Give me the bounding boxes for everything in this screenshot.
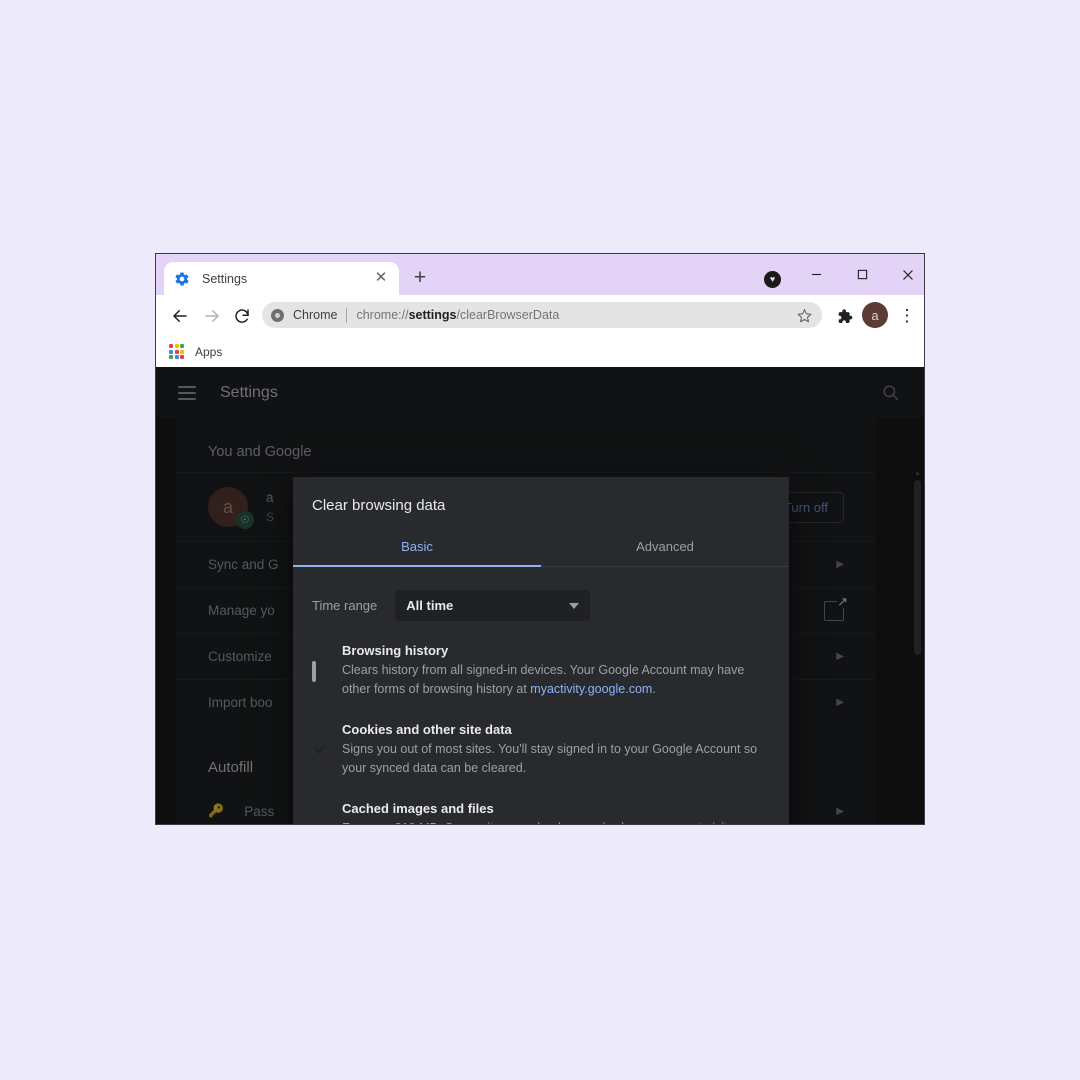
omnibox-chip-label: Chrome [293,308,338,322]
tab-strip-profile-icon[interactable]: ♥ [764,271,781,288]
option-text: Cookies and other site data Signs you ou… [342,722,770,779]
address-bar[interactable]: Chrome chrome://settings/clearBrowserDat… [262,302,822,328]
bookmarks-bar: Apps [156,336,924,367]
dialog-title: Clear browsing data [312,497,446,514]
browser-window: Settings ✕ + ♥ Chrome chrome://settings/… [155,253,925,825]
tab-advanced[interactable]: Advanced [541,530,789,566]
back-button[interactable] [167,303,193,329]
forward-button[interactable] [199,303,225,329]
option-browsing-history: Browsing history Clears history from all… [312,643,770,700]
window-maximize-button[interactable] [839,254,885,295]
active-tab-underline [293,565,541,567]
option-desc-after: . [652,682,656,697]
url-prefix: chrome:// [356,308,409,322]
option-title: Browsing history [342,643,449,658]
dialog-content: Time range All time Browsing history Cle… [293,567,789,824]
browser-menu-icon[interactable]: ⋮ [894,303,920,329]
bookmark-star-icon[interactable] [797,308,813,323]
clear-browsing-data-dialog: Clear browsing data Basic Advanced Time … [293,477,789,824]
option-description: Clears history from all signed-in device… [342,661,770,700]
gear-icon [174,271,190,287]
browser-tab-title: Settings [202,271,248,286]
checkbox-browsing-history[interactable] [312,661,316,682]
url-strong: settings [408,308,457,322]
chevron-down-icon [569,602,580,609]
close-icon[interactable]: ✕ [373,270,389,287]
site-info-icon[interactable] [271,308,284,322]
browser-toolbar: Chrome chrome://settings/clearBrowserDat… [156,295,924,336]
new-tab-button[interactable]: + [408,267,432,291]
heart-icon: ♥ [769,274,776,284]
reload-button[interactable] [229,303,255,329]
option-text: Cached images and files Frees up 319 MB.… [342,801,770,825]
time-range-select[interactable]: All time [395,590,591,621]
url-suffix: /clearBrowserData [456,308,560,322]
tab-strip: Settings ✕ + ♥ [156,254,924,295]
myactivity-link[interactable]: myactivity.google.com [530,682,652,696]
option-text: Browsing history Clears history from all… [342,643,770,700]
option-description: Signs you out of most sites. You'll stay… [342,741,758,776]
option-title: Cached images and files [342,800,494,816]
tab-basic[interactable]: Basic [293,530,541,566]
apps-grid-icon[interactable] [169,344,184,359]
settings-page: Settings You and Google a ☉ a S Turn off… [156,367,924,824]
option-description: Frees up 319 MB. Some sites may load mor… [342,819,770,825]
browser-tab-settings[interactable]: Settings ✕ [164,262,399,295]
time-range-label: Time range [312,598,378,613]
dialog-tabs: Basic Advanced [293,530,789,567]
checkbox-wrap [312,643,330,700]
option-title: Cookies and other site data [342,721,512,737]
time-range-row: Time range All time [312,590,770,621]
window-close-button[interactable] [885,254,924,295]
option-cached-images: Cached images and files Frees up 319 MB.… [312,801,770,825]
address-bar-url: chrome://settings/clearBrowserData [356,308,791,322]
window-minimize-button[interactable] [793,254,839,295]
checkbox-wrap [312,722,330,779]
apps-bookmark-label[interactable]: Apps [195,345,222,359]
extensions-icon[interactable] [831,303,857,329]
omnibox-divider [346,307,348,323]
option-cookies: Cookies and other site data Signs you ou… [312,722,770,779]
checkbox-wrap [312,801,330,825]
time-range-value: All time [406,598,454,613]
profile-avatar[interactable]: a [862,302,888,328]
